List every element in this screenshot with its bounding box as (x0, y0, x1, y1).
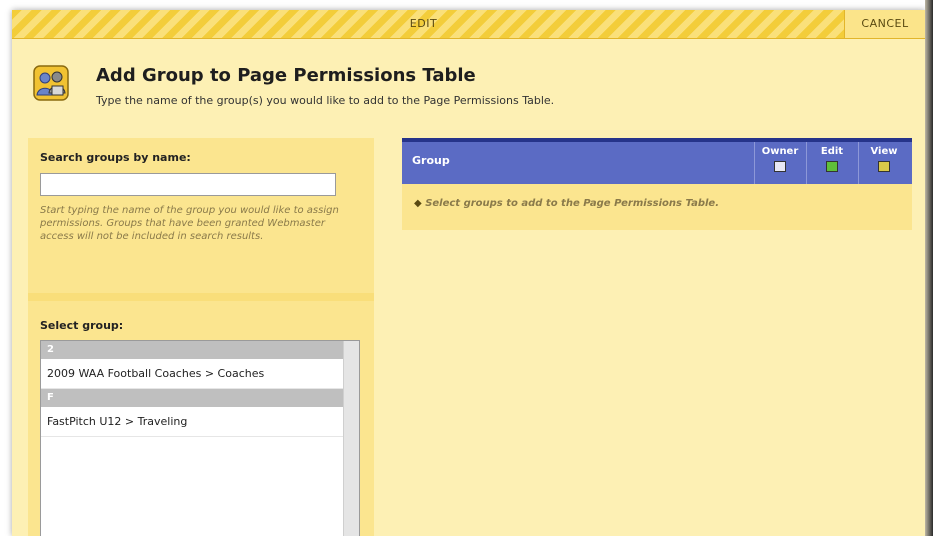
view-column-header: View (858, 142, 909, 184)
search-help-text: Start typing the name of the group you w… (40, 205, 339, 242)
select-label: Select group: (40, 319, 124, 332)
edit-tab-label: EDIT (409, 17, 438, 30)
list-letter-header: F (41, 389, 343, 407)
window-edge (925, 0, 933, 536)
search-label: Search groups by name: (40, 151, 191, 164)
view-column-label: View (870, 146, 898, 157)
owner-column-label: Owner (761, 146, 799, 157)
add-group-dialog: EDIT CANCEL Add Group to Page Permission… (12, 10, 925, 536)
group-permissions-icon (33, 65, 69, 101)
owner-icon (774, 161, 786, 172)
empty-message-text: Select groups to add to the Page Permiss… (425, 198, 720, 209)
page-title: Add Group to Page Permissions Table (96, 65, 476, 86)
arrow-left-icon: ◆ (414, 198, 422, 209)
cancel-button[interactable]: CANCEL (844, 10, 925, 38)
left-column: Search groups by name: Start typing the … (28, 138, 374, 536)
group-column-header: Group (412, 154, 450, 167)
search-input[interactable] (40, 173, 336, 196)
list-item[interactable]: 2009 WAA Football Coaches > Coaches (41, 359, 343, 389)
search-section: Search groups by name: Start typing the … (28, 138, 374, 293)
owner-column-header: Owner (754, 142, 805, 184)
list-item[interactable]: FastPitch U12 > Traveling (41, 407, 343, 437)
list-scrollbar[interactable] (343, 341, 359, 536)
view-icon (878, 161, 890, 172)
permissions-table-header: Group Owner Edit View (402, 138, 912, 184)
group-list-items: 2 2009 WAA Football Coaches > Coaches F … (41, 341, 343, 437)
select-section: Select group: 2 2009 WAA Football Coache… (28, 301, 374, 536)
empty-table-message: ◆ Select groups to add to the Page Permi… (414, 198, 719, 209)
edit-icon (826, 161, 838, 172)
group-list[interactable]: 2 2009 WAA Football Coaches > Coaches F … (40, 340, 360, 536)
page-subtitle: Type the name of the group(s) you would … (96, 94, 555, 107)
edit-column-label: Edit (820, 146, 844, 157)
top-bar: EDIT CANCEL (12, 10, 925, 39)
list-letter-header: 2 (41, 341, 343, 359)
edit-column-header: Edit (806, 142, 857, 184)
permissions-table: Group Owner Edit View ◆ Select groups to… (402, 138, 912, 230)
